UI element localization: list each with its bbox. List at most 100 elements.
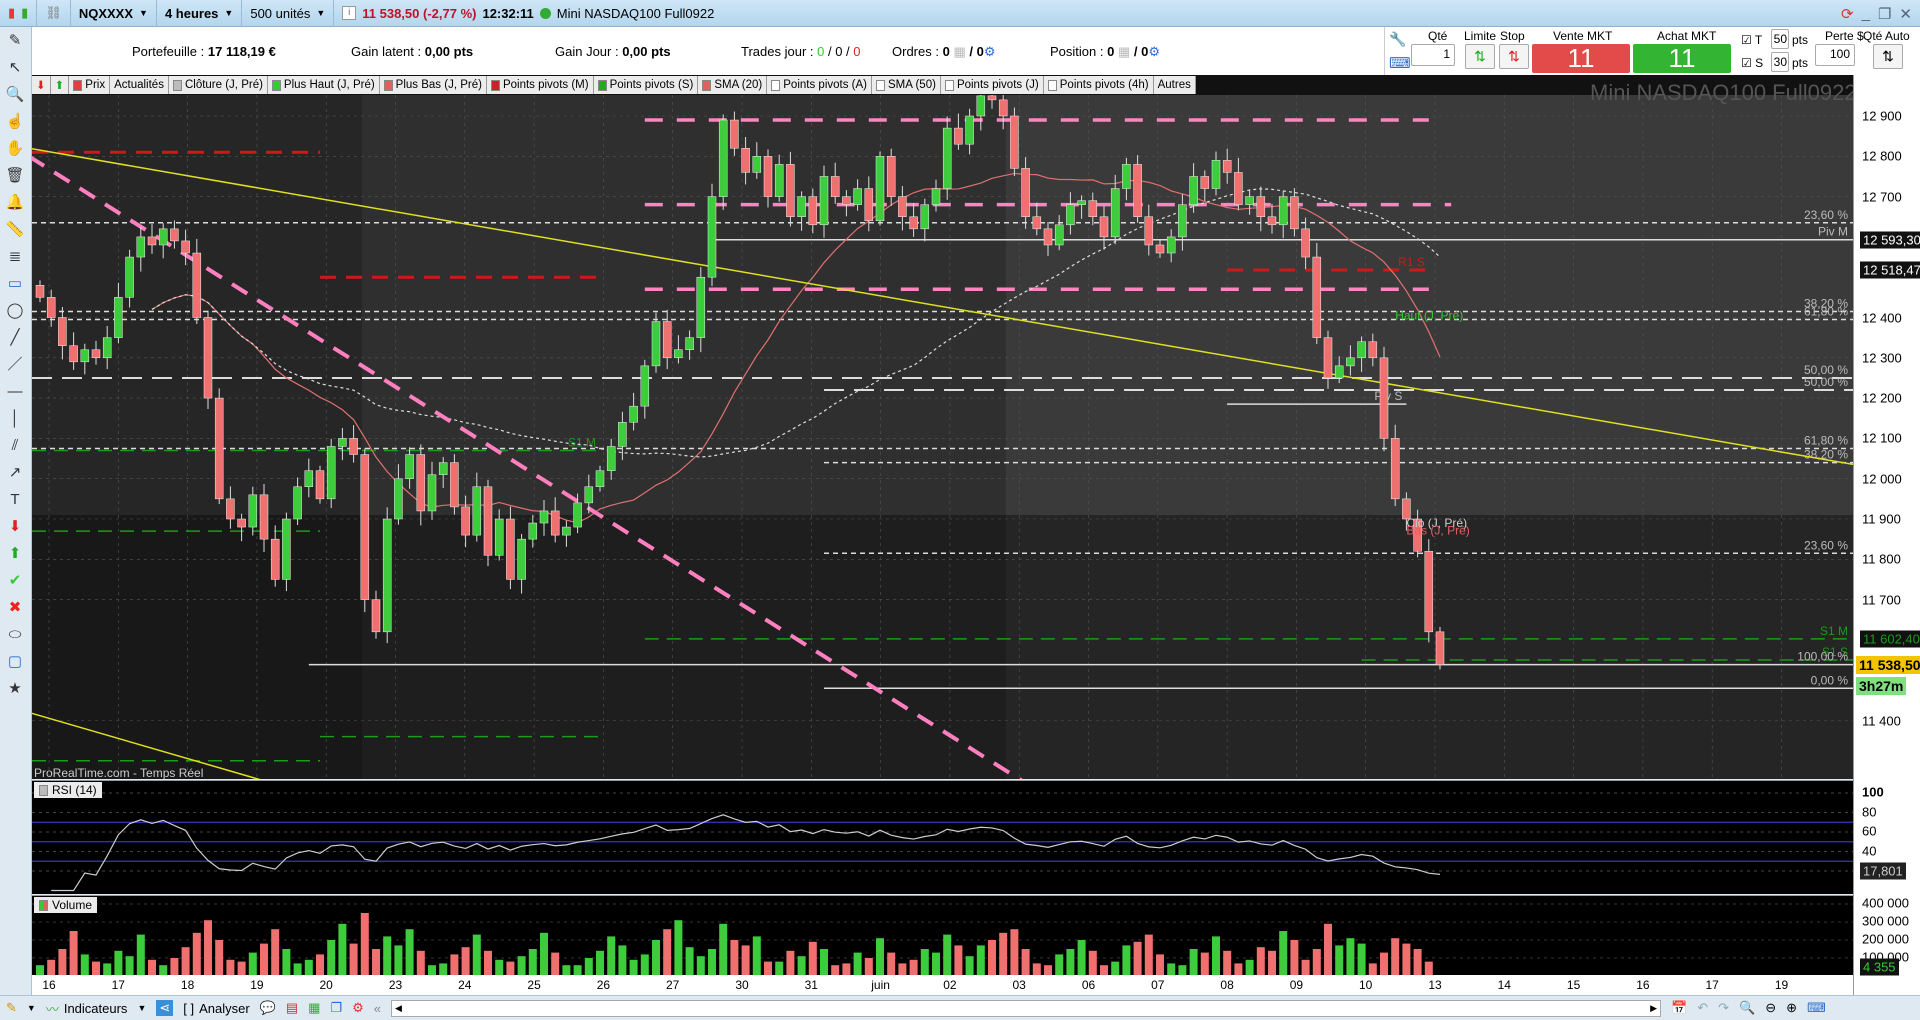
legend-item[interactable]: Points pivots (A) [767,76,872,94]
auto-scale-icon[interactable]: 🔍 [1739,1000,1755,1016]
time-axis[interactable]: 16 17 18 19 20 23 24 25 26 27 30 31 juin 02 03 06 07 08 09… [32,975,1853,995]
windows-icon[interactable]: ❐ [330,1000,342,1016]
pointer-tool-icon[interactable]: ☝ [0,108,30,135]
circle-tool-icon[interactable]: ◯ [0,297,30,324]
period-dropdown[interactable]: 4 heures ▼ [157,0,243,27]
zoom-in-icon[interactable]: ⊕ [1786,1000,1797,1016]
zoom-out-icon[interactable]: ⊖ [1765,1000,1776,1016]
sell-arrow-button[interactable]: ⬇ [32,76,51,94]
vline-tool-icon[interactable]: │ [0,405,30,432]
legend-item[interactable]: Actualités [110,76,169,94]
indicators-button[interactable]: 〰 Indicateurs [46,999,128,1018]
legend-item[interactable]: Prix [69,76,111,94]
minimize-icon[interactable]: _ [1862,5,1870,22]
level-label: 50,00 % [1804,375,1848,389]
ruler-tool-icon[interactable]: 📏 [0,216,30,243]
cross-tool-icon[interactable]: ✖ [0,594,30,621]
buy-arrow-button[interactable]: ⬆ [50,76,70,94]
chevron-down-icon[interactable]: ▼ [27,1003,36,1013]
rsi-label[interactable]: RSI (14) [34,782,102,798]
price-tick: 12 900 [1862,108,1902,124]
trash-tool-icon[interactable]: 🗑 [0,162,30,189]
table-icon[interactable]: ▦ [308,1000,320,1016]
channel-tool-icon[interactable]: ⫽ [0,432,30,459]
position[interactable]: Position : 0 ▦ / 0⚙ [1050,44,1160,60]
legend-item[interactable]: Autres [1153,76,1196,94]
stop-loss-input[interactable]: 30 [1771,52,1789,72]
info-icon[interactable]: i [342,6,357,20]
sell-market-button[interactable]: 11 538,75 [1532,44,1630,102]
chevron-down-icon[interactable]: ▼ [137,1003,146,1013]
fib-tool-icon[interactable]: ≣ [0,243,30,270]
analyse-button[interactable]: [ ] Analyser [183,1001,249,1016]
restore-icon[interactable]: ❐ [1878,5,1891,23]
undo-icon[interactable]: ↶ [1697,1000,1708,1016]
wrench-icon[interactable]: 🔧 [1389,31,1406,48]
legend-item[interactable]: Plus Haut (J, Pré) [267,76,380,94]
legend-item[interactable]: Points pivots (4h) [1043,76,1154,94]
qty-input[interactable]: 1 [1411,44,1455,66]
bell-tool-icon[interactable]: 🔔 [0,189,30,216]
keyboard-icon[interactable]: ⌨ [1389,54,1411,72]
stop-loss-checkbox[interactable]: ☑ S [1741,56,1763,70]
volume-label[interactable]: Volume [34,897,98,913]
chart-type-icon[interactable]: ▮ ▮ [0,0,38,27]
rsi-pane[interactable] [32,780,1853,894]
candle-body [730,119,739,149]
drawing-pencil-icon[interactable]: ✎ [6,1000,17,1016]
check-tool-icon[interactable]: ✔ [0,567,30,594]
arrow-tool-icon[interactable]: ↗ [0,459,30,486]
legend-item[interactable]: Clôture (J, Pré) [168,76,268,94]
redo-icon[interactable]: ↷ [1718,1000,1729,1016]
settings-icon[interactable]: ⚙ [352,1000,364,1016]
volume-pane[interactable] [32,895,1853,975]
trend-tool-icon[interactable]: ╱ [0,324,30,351]
status-dot-icon [539,7,551,19]
legend-item[interactable]: Points pivots (M) [486,76,594,94]
rect-tool-icon[interactable]: ▭ [0,270,30,297]
legend-item[interactable]: SMA (50) [872,76,941,94]
orders[interactable]: Ordres : 0 ▦ / 0⚙ [892,44,996,60]
take-profit-input[interactable]: 50 [1771,29,1789,49]
link-icon[interactable]: ⛓ [37,0,71,27]
candle-body [46,297,56,318]
symbol-dropdown[interactable]: NQXXXX ▼ [71,0,157,27]
zoom-tool-icon[interactable]: 🔍 [0,81,30,108]
units-dropdown[interactable]: 500 unités ▼ [242,0,335,27]
collapse-icon[interactable]: « [374,1001,381,1016]
arrow-up-tool-icon[interactable]: ⬆ [0,540,30,567]
comment-icon[interactable]: 💬 [260,1000,276,1016]
arrow-down-tool-icon[interactable]: ⬇ [0,513,30,540]
fav-tool-icon[interactable]: ★ [0,675,30,702]
line-tool-icon[interactable]: ／ [0,351,30,378]
ellipse-tool-icon[interactable]: ⬭ [0,621,30,648]
limit-order-button[interactable]: ⇅ [1465,44,1495,69]
close-icon[interactable]: ✕ [1899,5,1912,23]
volume-bar [316,954,324,975]
level-label: 23,60 % [1804,538,1848,552]
text-tool-icon[interactable]: T [0,486,30,513]
hline-tool-icon[interactable]: — [0,378,30,405]
refresh-icon[interactable]: ⟳ [1841,5,1854,23]
legend-item[interactable]: Plus Bas (J, Pré) [379,76,487,94]
box-tool-icon[interactable]: ▢ [0,648,30,675]
legend-item[interactable]: Points pivots (J) [940,76,1044,94]
keyboard-dropdown-icon[interactable]: ⌨ [1807,1000,1826,1016]
horizontal-scrollbar[interactable]: ◀ ▶ [391,999,1662,1017]
pencil-tool-icon[interactable]: ✎ [0,27,30,54]
calendar-icon[interactable]: 📅 [1671,1000,1687,1016]
price-axis[interactable]: 12 900 12 800 12 700 12 400 12 300 12 200 12 1… [1853,75,1920,995]
hand-tool-icon[interactable]: ✋ [0,135,30,162]
take-profit-checkbox[interactable]: ☑ T [1741,33,1762,47]
buy-market-button[interactable]: 11 540,00 [1633,44,1731,102]
price-chart[interactable]: 100,00 %R1 S23,60 %Piv M38,20 %61,80 %50… [32,95,1853,779]
volume-tick: 400 000 [1862,895,1909,911]
legend-item[interactable]: SMA (20) [698,76,768,94]
loss-input[interactable]: 100 [1815,44,1855,66]
auto-qty-button[interactable]: ⇅ [1873,44,1903,69]
share-icon[interactable]: ⋖ [156,1000,174,1016]
cursor-tool-icon[interactable]: ↖ [0,54,30,81]
report-icon[interactable]: ▤ [286,1000,298,1016]
stop-order-button[interactable]: ⇅ [1499,44,1529,69]
legend-item[interactable]: Points pivots (S) [593,76,699,94]
